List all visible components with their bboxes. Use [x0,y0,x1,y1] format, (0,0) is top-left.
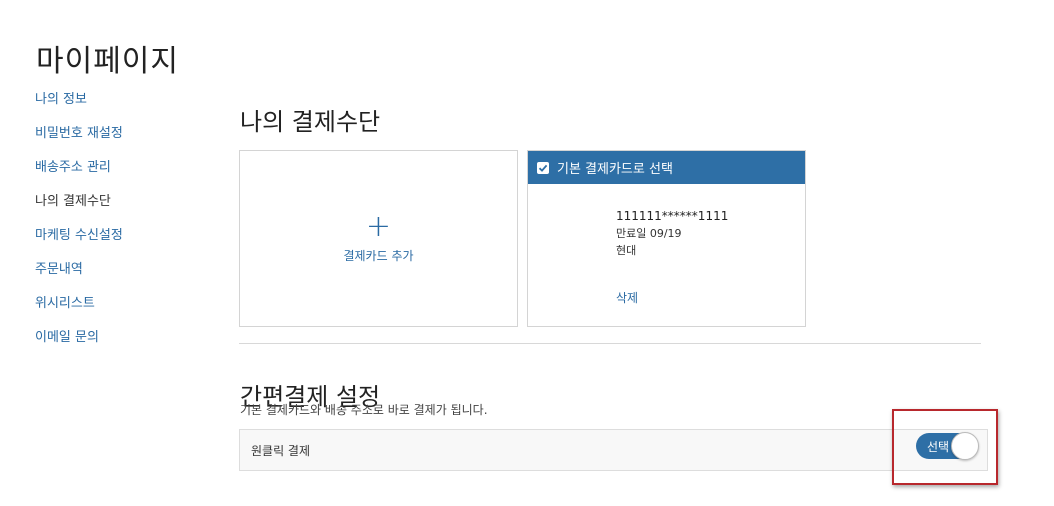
add-card-label: 결제카드 추가 [343,249,414,263]
delete-card-link[interactable]: 삭제 [616,289,638,306]
sidebar-item-email-inquiry[interactable]: 이메일 문의 [35,328,123,362]
card-expiry: 만료일 09/19 [616,227,682,240]
sidebar-item-reset-password[interactable]: 비밀번호 재설정 [35,124,123,158]
one-click-pay-label: 원클릭 결제 [251,444,311,458]
section-divider [239,343,981,344]
default-card-label: 기본 결제카드로 선택 [557,162,673,177]
plus-icon: + [365,209,392,244]
one-click-pay-row: 원클릭 결제 [239,429,988,471]
sidebar-nav: 나의 정보 비밀번호 재설정 배송주소 관리 나의 결제수단 마케팅 수신설정 … [35,90,123,362]
add-card-button[interactable]: + 결제카드 추가 [239,150,518,327]
card-issuer: 현대 [616,244,637,257]
sidebar-item-marketing-settings[interactable]: 마케팅 수신설정 [35,226,123,260]
sidebar-item-payment-methods[interactable]: 나의 결제수단 [35,192,123,226]
page-title: 마이페이지 [36,44,179,80]
default-card-checkbox[interactable]: 기본 결제카드로 선택 [528,151,805,184]
sidebar-item-my-info[interactable]: 나의 정보 [35,90,123,124]
sidebar-item-shipping-address[interactable]: 배송주소 관리 [35,158,123,192]
payment-card: 기본 결제카드로 선택 111111******1111 만료일 09/19 현… [527,150,806,327]
checkbox-checked-icon [537,161,549,174]
card-number: 111111******1111 [616,209,729,223]
sidebar-item-wishlist[interactable]: 위시리스트 [35,294,123,328]
card-info: 111111******1111 만료일 09/19 현대 [616,208,728,259]
payment-section-title: 나의 결제수단 [240,107,381,136]
sidebar-item-order-history[interactable]: 주문내역 [35,260,123,294]
quick-pay-description: 기본 결제카드와 배송 주소로 바로 결제가 됩니다. [240,403,488,417]
highlight-annotation [892,409,998,485]
